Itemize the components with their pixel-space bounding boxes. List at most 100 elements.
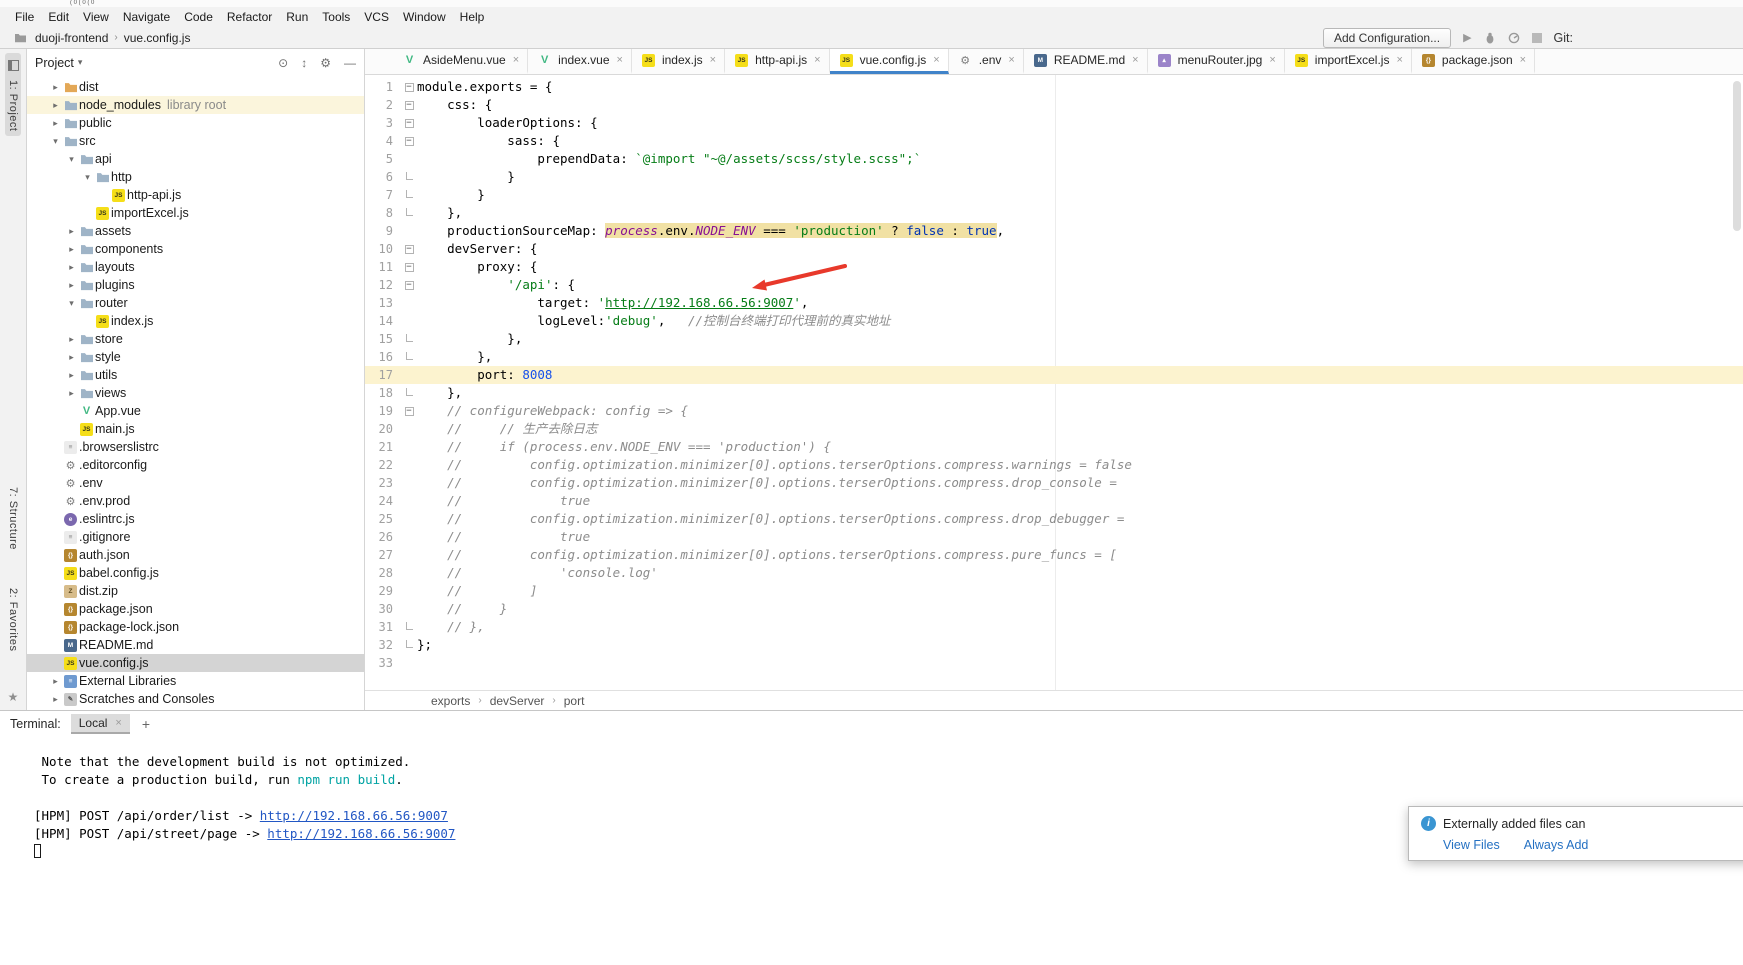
menu-window[interactable]: Window [396, 8, 453, 26]
close-tab-icon[interactable]: × [1008, 54, 1014, 66]
close-tab-icon[interactable]: × [513, 54, 519, 66]
editor-tab-http-api-js[interactable]: JShttp-api.js× [725, 49, 829, 74]
fold-collapse-icon[interactable]: − [405, 263, 414, 272]
tree-item-auth-json[interactable]: {}auth.json [27, 546, 364, 564]
code-line-21[interactable]: 21 // if (process.env.NODE_ENV === 'prod… [365, 438, 1743, 456]
menu-refactor[interactable]: Refactor [220, 8, 279, 26]
chevron-right-icon[interactable]: ▸ [49, 118, 62, 129]
editor-tab-index-vue[interactable]: Vindex.vue× [528, 49, 632, 74]
debug-icon[interactable] [1484, 32, 1496, 44]
menu-run[interactable]: Run [279, 8, 315, 26]
tree-item-layouts[interactable]: ▸layouts [27, 258, 364, 276]
terminal-tab-local[interactable]: Local × [71, 714, 130, 734]
menu-tools[interactable]: Tools [315, 8, 357, 26]
code-line-25[interactable]: 25 // config.optimization.minimizer[0].o… [365, 510, 1743, 528]
menu-view[interactable]: View [76, 8, 116, 26]
close-tab-icon[interactable]: × [1132, 54, 1138, 66]
code-line-20[interactable]: 20 // // 生产去除日志 [365, 420, 1743, 438]
tree-item-store[interactable]: ▸store [27, 330, 364, 348]
menu-code[interactable]: Code [177, 8, 220, 26]
menu-help[interactable]: Help [453, 8, 492, 26]
tool-stripe-project-button[interactable]: 1: Project [5, 53, 21, 136]
tree-item-api[interactable]: ▾api [27, 150, 364, 168]
tree-item-views[interactable]: ▸views [27, 384, 364, 402]
settings-gear-icon[interactable]: ⚙ [320, 56, 331, 70]
new-terminal-icon[interactable]: + [142, 716, 150, 732]
code-line-14[interactable]: 14 logLevel:'debug', //控制台终端打印代理前的真实地址 [365, 312, 1743, 330]
fold-collapse-icon[interactable]: − [405, 245, 414, 254]
fold-collapse-icon[interactable]: − [405, 407, 414, 416]
run-icon[interactable]: ▶ [1463, 31, 1471, 44]
chevron-right-icon[interactable]: ▸ [65, 370, 78, 381]
code-line-30[interactable]: 30 // } [365, 600, 1743, 618]
locate-file-icon[interactable]: ⊙ [278, 56, 288, 70]
code-line-6[interactable]: 6 } [365, 168, 1743, 186]
tree-item-http-api-js[interactable]: JShttp-api.js [27, 186, 364, 204]
menu-vcs[interactable]: VCS [357, 8, 396, 26]
chevron-down-icon[interactable]: ▾ [78, 57, 83, 68]
close-tab-icon[interactable]: × [710, 54, 716, 66]
tree-item-style[interactable]: ▸style [27, 348, 364, 366]
code-line-17[interactable]: 17 port: 8008 [365, 366, 1743, 384]
project-panel-title[interactable]: Project [35, 56, 74, 70]
breadcrumb-file[interactable]: vue.config.js [124, 31, 191, 45]
tree-item-node-modules[interactable]: ▸node_moduleslibrary root [27, 96, 364, 114]
fold-collapse-icon[interactable]: − [405, 83, 414, 92]
tree-item-package-json[interactable]: {}package.json [27, 600, 364, 618]
editor-tab-vue-config-js[interactable]: JSvue.config.js× [830, 49, 949, 74]
editor-tab-env[interactable]: ⚙.env× [949, 49, 1024, 74]
chevron-right-icon[interactable]: ▸ [65, 334, 78, 345]
tool-stripe-favorites-button[interactable]: 2: Favorites [5, 583, 21, 656]
code-line-2[interactable]: 2− css: { [365, 96, 1743, 114]
code-editor[interactable]: 1−module.exports = {2− css: {3− loaderOp… [365, 75, 1743, 690]
chevron-right-icon[interactable]: ▸ [65, 226, 78, 237]
code-line-10[interactable]: 10− devServer: { [365, 240, 1743, 258]
chevron-down-icon[interactable]: ▾ [65, 298, 78, 309]
chevron-right-icon[interactable]: ▸ [65, 388, 78, 399]
fold-collapse-icon[interactable]: − [405, 281, 414, 290]
close-tab-icon[interactable]: × [1520, 54, 1526, 66]
tree-item-src[interactable]: ▾src [27, 132, 364, 150]
editor-tab-importexcel-js[interactable]: JSimportExcel.js× [1285, 49, 1412, 74]
close-tab-icon[interactable]: × [1396, 54, 1402, 66]
collapse-all-icon[interactable]: ↕ [301, 56, 307, 70]
tree-item-env-prod[interactable]: ⚙.env.prod [27, 492, 364, 510]
editor-tab-package-json[interactable]: {}package.json× [1412, 49, 1535, 74]
tree-item-env[interactable]: ⚙.env [27, 474, 364, 492]
editor-breadcrumb-exports[interactable]: exports [431, 694, 470, 708]
code-line-26[interactable]: 26 // true [365, 528, 1743, 546]
chevron-right-icon[interactable]: ▸ [65, 352, 78, 363]
chevron-right-icon[interactable]: ▸ [49, 694, 62, 705]
code-line-9[interactable]: 9 productionSourceMap: process.env.NODE_… [365, 222, 1743, 240]
tree-item-importexcel-js[interactable]: JSimportExcel.js [27, 204, 364, 222]
tree-item-router[interactable]: ▾router [27, 294, 364, 312]
code-line-11[interactable]: 11− proxy: { [365, 258, 1743, 276]
tree-item-dist-zip[interactable]: Zdist.zip [27, 582, 364, 600]
editor-breadcrumb-devserver[interactable]: devServer [490, 694, 545, 708]
code-line-33[interactable]: 33 [365, 654, 1743, 672]
tree-item-readme-md[interactable]: MREADME.md [27, 636, 364, 654]
add-configuration-button[interactable]: Add Configuration... [1323, 28, 1451, 48]
menu-navigate[interactable]: Navigate [116, 8, 177, 26]
menu-edit[interactable]: Edit [41, 8, 76, 26]
chevron-right-icon[interactable]: ▸ [65, 244, 78, 255]
code-line-12[interactable]: 12− '/api': { [365, 276, 1743, 294]
editor-tab-menurouter-jpg[interactable]: ▴menuRouter.jpg× [1148, 49, 1285, 74]
chevron-right-icon[interactable]: ▸ [49, 82, 62, 93]
code-line-7[interactable]: 7 } [365, 186, 1743, 204]
code-line-5[interactable]: 5 prependData: `@import "~@/assets/scss/… [365, 150, 1743, 168]
menu-file[interactable]: File [8, 8, 41, 26]
close-tab-icon[interactable]: × [1269, 54, 1275, 66]
fold-collapse-icon[interactable]: − [405, 119, 414, 128]
tree-item-assets[interactable]: ▸assets [27, 222, 364, 240]
code-line-1[interactable]: 1−module.exports = { [365, 78, 1743, 96]
code-line-28[interactable]: 28 // 'console.log' [365, 564, 1743, 582]
code-line-19[interactable]: 19− // configureWebpack: config => { [365, 402, 1743, 420]
tree-item-external-libraries[interactable]: ▸≡External Libraries [27, 672, 364, 690]
code-line-23[interactable]: 23 // config.optimization.minimizer[0].o… [365, 474, 1743, 492]
code-line-31[interactable]: 31 // }, [365, 618, 1743, 636]
tree-item-babel-config-js[interactable]: JSbabel.config.js [27, 564, 364, 582]
editor-tab-readme-md[interactable]: MREADME.md× [1024, 49, 1148, 74]
tree-item-components[interactable]: ▸components [27, 240, 364, 258]
editor-tab-index-js[interactable]: JSindex.js× [632, 49, 725, 74]
